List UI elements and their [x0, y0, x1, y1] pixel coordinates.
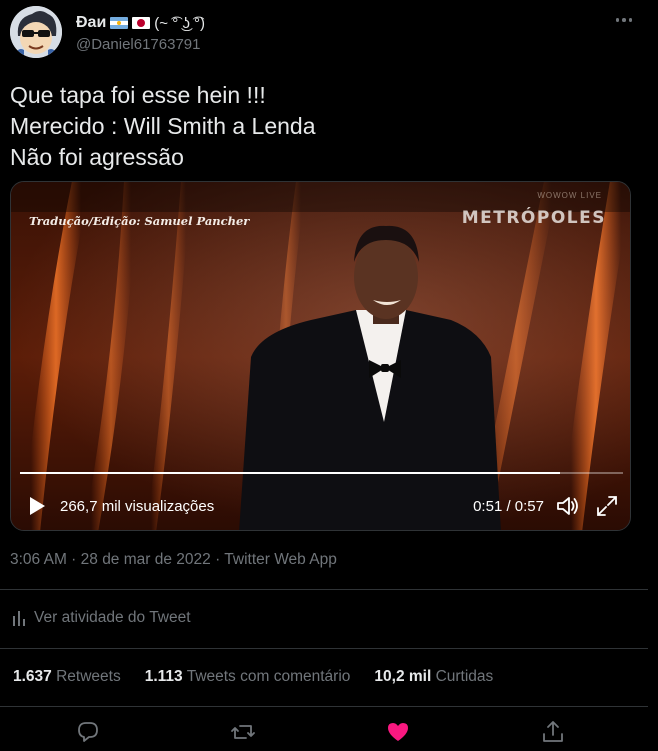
video-credit: Tradução/Edição: Samuel Pancher [29, 214, 250, 228]
video-progress-fill [20, 472, 560, 474]
retweets-stat[interactable]: 1.637 Retweets [13, 668, 121, 686]
fullscreen-icon[interactable] [596, 495, 618, 517]
avatar[interactable] [10, 6, 62, 58]
video-progress-bar[interactable] [20, 472, 623, 474]
tweet-line: Merecido : Will Smith a Lenda [10, 113, 316, 139]
quote-tweets-label: Tweets com comentário [186, 668, 351, 685]
tweet-line: Não foi agressão [10, 144, 184, 170]
likes-count: 10,2 mil [374, 668, 432, 685]
japan-flag-icon [132, 17, 151, 29]
likes-stat[interactable]: 10,2 mil Curtidas [374, 668, 493, 686]
argentina-flag-icon [110, 17, 129, 29]
video-time: 0:51 / 0:57 [473, 498, 544, 515]
more-options-icon[interactable] [610, 10, 638, 30]
tweet-header: Ðaи (~ ͡° ͜ʖ ͡°) @Daniel61763791 [10, 6, 648, 60]
volume-icon[interactable] [556, 495, 580, 517]
liked-heart-icon[interactable] [385, 719, 411, 745]
reply-icon[interactable] [75, 719, 101, 745]
display-name-row[interactable]: Ðaи (~ ͡° ͜ʖ ͡°) [76, 14, 205, 32]
user-handle[interactable]: @Daniel61763791 [76, 36, 201, 53]
likes-label: Curtidas [435, 668, 494, 685]
tweet-stats: 1.637 Retweets 1.113 Tweets com comentár… [13, 668, 493, 686]
video-watermark: METRÓPOLES [461, 208, 606, 228]
divider [0, 648, 648, 649]
tweet-activity-label: Ver atividade do Tweet [34, 609, 191, 626]
quote-tweets-count: 1.113 [144, 668, 183, 685]
display-name[interactable]: Ðaи [76, 14, 106, 32]
name-emoticon: (~ ͡° ͜ʖ ͡°) [154, 14, 206, 32]
video-frame [11, 182, 630, 530]
retweets-label: Retweets [56, 668, 121, 685]
tweet-text: Que tapa foi esse hein !!! Merecido : Wi… [10, 80, 316, 173]
divider [0, 589, 648, 590]
retweet-icon[interactable] [230, 719, 256, 745]
analytics-icon [13, 611, 25, 626]
live-tag: WOWOW LIVE [537, 191, 602, 200]
divider [0, 706, 648, 707]
tweet-activity-link[interactable]: Ver atividade do Tweet [12, 609, 191, 627]
quote-tweets-stat[interactable]: 1.113 Tweets com comentário [145, 668, 351, 686]
play-icon[interactable] [27, 496, 47, 516]
share-icon[interactable] [540, 719, 566, 745]
retweets-count: 1.637 [13, 668, 52, 685]
video-player[interactable]: WOWOW LIVE Tradução/Edição: Samuel Panch… [10, 181, 631, 531]
view-count: 266,7 mil visualizações [60, 498, 215, 515]
tweet-line: Que tapa foi esse hein !!! [10, 82, 266, 108]
video-controls: 266,7 mil visualizações 0:51 / 0:57 [11, 492, 630, 520]
tweet-actions [0, 714, 648, 750]
sunglasses-cartoon-avatar-icon [10, 6, 62, 58]
tweet-timestamp[interactable]: 3:06 AM · 28 de mar de 2022 · Twitter We… [10, 551, 337, 569]
